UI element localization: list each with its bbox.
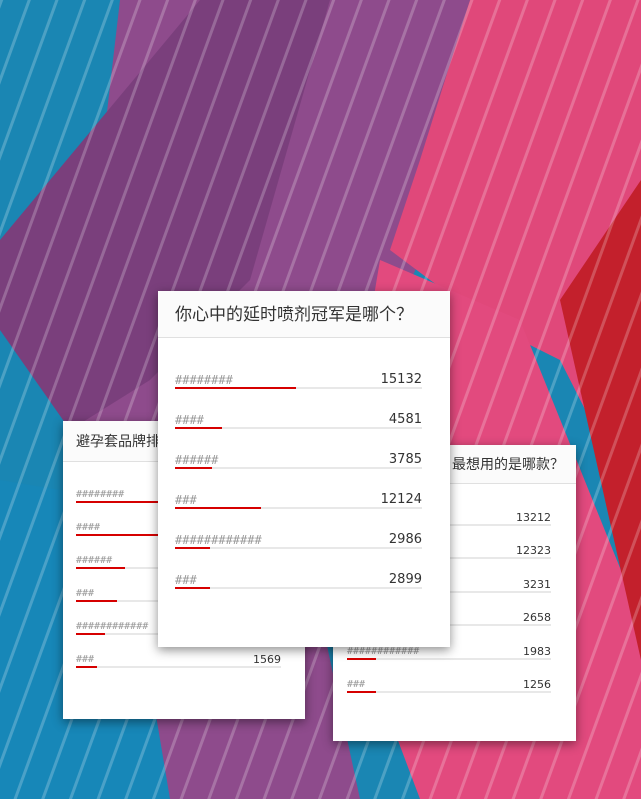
vote-count: 1983 <box>523 644 551 658</box>
progress-fill <box>347 691 376 693</box>
progress-track <box>347 657 551 660</box>
poll-option[interactable]: ### 12124 <box>175 492 422 510</box>
vote-count: 3785 <box>388 452 422 467</box>
progress-track <box>175 587 422 589</box>
progress-track <box>175 427 422 429</box>
option-label: ### <box>347 679 366 690</box>
poll-option[interactable]: ### 2899 <box>175 572 422 590</box>
option-label: ### <box>175 493 197 507</box>
vote-count: 2899 <box>388 572 422 587</box>
poll-option[interactable]: ############ 1983 <box>347 644 551 661</box>
progress-track <box>347 691 551 693</box>
option-label: #### <box>175 413 204 427</box>
option-label: ######## <box>76 489 125 500</box>
option-label: ### <box>175 573 197 587</box>
option-label: ############ <box>347 645 420 657</box>
progress-fill <box>175 467 213 469</box>
vote-count: 12323 <box>516 544 551 558</box>
poll-title: 你心中的延时喷剂冠军是哪个？ <box>158 291 450 338</box>
vote-count: 15132 <box>380 372 422 387</box>
progress-fill <box>76 666 97 668</box>
poll-option[interactable]: #### 4581 <box>175 412 422 430</box>
progress-track <box>175 467 422 469</box>
poll-option[interactable]: ### 1569 <box>76 653 281 669</box>
progress-fill <box>175 427 222 429</box>
option-label: ######## <box>175 373 233 387</box>
progress-fill <box>175 387 297 389</box>
vote-count: 3231 <box>523 577 551 591</box>
progress-fill <box>175 507 262 509</box>
progress-fill <box>76 567 126 569</box>
progress-track <box>76 666 281 668</box>
progress-fill <box>175 587 210 589</box>
progress-fill <box>76 633 105 635</box>
option-label: ############ <box>76 621 149 632</box>
vote-count: 13212 <box>516 511 551 524</box>
poll-card-delay-spray[interactable]: 你心中的延时喷剂冠军是哪个？ ######## 15132 #### 4581 ####… <box>158 291 450 647</box>
progress-fill <box>175 547 210 549</box>
option-label: ############ <box>175 533 262 547</box>
option-label: ###### <box>175 453 219 467</box>
vote-count: 1256 <box>523 678 551 691</box>
vote-count: 2986 <box>388 532 422 547</box>
poll-option[interactable]: ### 1256 <box>347 678 551 694</box>
progress-track <box>175 507 422 509</box>
progress-track <box>175 387 422 389</box>
progress-fill <box>76 600 117 602</box>
poll-option[interactable]: ###### 3785 <box>175 452 422 470</box>
vote-count: 2658 <box>523 611 551 625</box>
poll-option[interactable]: ######## 15132 <box>175 372 422 390</box>
vote-count: 12124 <box>380 492 422 507</box>
progress-track <box>175 547 422 549</box>
option-label: ### <box>76 588 95 599</box>
option-label: ### <box>76 654 95 665</box>
option-label: #### <box>76 522 101 533</box>
vote-count: 1569 <box>253 653 281 666</box>
option-label: ###### <box>76 555 113 566</box>
progress-fill <box>347 657 376 660</box>
poll-option[interactable]: ############ 2986 <box>175 532 422 550</box>
vote-count: 4581 <box>388 412 422 427</box>
